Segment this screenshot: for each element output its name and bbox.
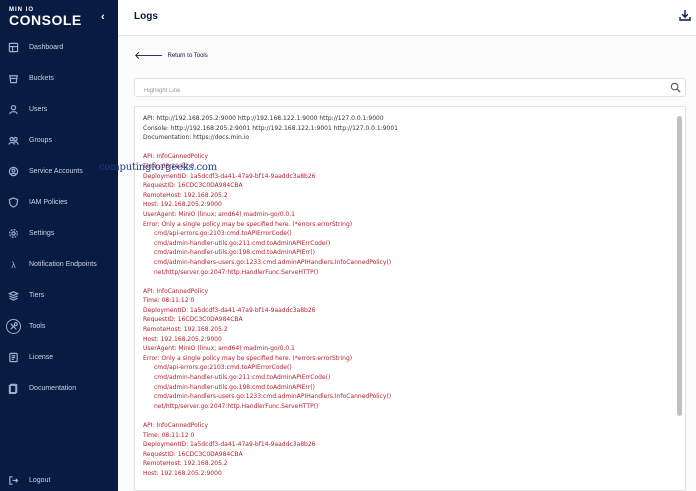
sidebar-item-buckets[interactable]: Buckets — [0, 63, 118, 94]
brand-main-text: CONSOLE — [9, 12, 82, 28]
log-line: Console: http://192.168.205.2:9001 http:… — [143, 124, 398, 132]
search-icon[interactable] — [670, 82, 681, 93]
sidebar-item-label: Groups — [29, 137, 52, 144]
return-to-tools-link[interactable]: 🡐 Return to Tools — [134, 50, 208, 62]
log-line: Host: 192.168.205.2:9000 — [143, 469, 222, 477]
log-scrollbar[interactable] — [677, 116, 682, 416]
log-line: API: http://192.168.205.2:9000 http://19… — [143, 115, 384, 122]
sidebar-item-label: Documentation — [29, 385, 77, 392]
gear-icon — [7, 227, 20, 240]
sidebar-item-tiers[interactable]: Tiers — [0, 280, 118, 311]
log-line: Time: 08:11:12 0 — [143, 431, 195, 439]
log-line: Error: Only a single policy may be speci… — [143, 354, 353, 362]
log-line: RequestID: 16CDC3C0DA984CBA — [143, 316, 243, 324]
page-title: Logs — [134, 11, 158, 22]
sidebar-item-dashboard[interactable]: Dashboard — [0, 32, 118, 63]
sidebar-item-groups[interactable]: Groups — [0, 125, 118, 156]
sidebar-item-iam-policies[interactable]: IAM Policies — [0, 187, 118, 218]
log-line: cmd/admin-handlers-users.go:1233:cmd.adm… — [154, 258, 392, 266]
log-line: RemoteHost: 192.168.205.2 — [143, 460, 228, 468]
arrow-left-icon: 🡐 — [134, 50, 164, 62]
log-line: Time: 08:11:12 0 — [143, 297, 195, 305]
log-line: API: InfoCannedPolicy — [143, 422, 209, 429]
bucket-icon — [7, 72, 20, 85]
log-line: DeploymentID: 1a5dcdf3-da41-47a9-bf14-9a… — [143, 441, 316, 449]
tools-icon — [6, 319, 21, 334]
sidebar: MIN IO CONSOLE ‹ Dashboard Buckets Users… — [0, 0, 118, 491]
return-to-tools-label: Return to Tools — [167, 53, 208, 59]
sidebar-item-label: Notification Endpoints — [29, 261, 97, 268]
sidebar-item-settings[interactable]: Settings — [0, 218, 118, 249]
sidebar-item-label: Tiers — [29, 292, 45, 299]
chevron-left-icon[interactable]: ‹ — [101, 11, 105, 23]
log-line: API: InfoCannedPolicy — [143, 287, 209, 295]
log-line: cmd/admin-handler-utils.go:211:cmd.toAdm… — [154, 239, 331, 247]
highlight-line-search — [134, 78, 686, 100]
shield-icon — [7, 196, 20, 209]
sidebar-item-label: Users — [29, 106, 48, 113]
sidebar-item-label: Dashboard — [29, 44, 64, 51]
dashboard-icon — [7, 41, 20, 54]
log-line: RequestID: 16CDC3C0DA984CBA — [143, 182, 243, 190]
watermark-text: computingforgeeks.com — [99, 162, 218, 173]
highlight-line-input[interactable] — [135, 82, 655, 100]
log-line: Host: 192.168.205.2:9000 — [143, 335, 222, 343]
download-icon[interactable] — [679, 9, 691, 21]
log-line: DeploymentID: 1a5dcdf3-da41-47a9-bf14-9a… — [143, 172, 316, 180]
sidebar-item-logout[interactable]: Logout — [0, 470, 118, 491]
log-line: net/http/server.go:2047:http.HandlerFunc… — [154, 402, 319, 410]
sidebar-item-label: Settings — [29, 230, 55, 237]
groups-icon — [7, 134, 20, 147]
log-line: RequestID: 16CDC3C0DA984CBA — [143, 450, 243, 458]
page-header: Logs — [118, 0, 696, 36]
log-line: cmd/api-errors.go:2103:cmd.toAPIErrorCod… — [154, 230, 292, 238]
sidebar-item-label: IAM Policies — [29, 199, 68, 206]
main-content: Logs 🡐 Return to Tools API: http://192.1… — [118, 0, 696, 491]
logout-icon — [7, 474, 20, 487]
log-line: cmd/api-errors.go:2103:cmd.toAPIErrorCod… — [154, 364, 292, 372]
tiers-icon — [7, 289, 20, 302]
log-content: API: http://192.168.205.2:9000 http://19… — [143, 114, 673, 479]
log-line: DeploymentID: 1a5dcdf3-da41-47a9-bf14-9a… — [143, 306, 316, 314]
log-line: cmd/admin-handlers-users.go:1233:cmd.adm… — [154, 393, 392, 401]
log-line: Error: Only a single policy may be speci… — [143, 220, 353, 228]
log-line: RemoteHost: 192.168.205.2 — [143, 326, 228, 334]
log-line: cmd/admin-handler-utils.go:198:cmd.toAdm… — [154, 249, 315, 257]
log-line: RemoteHost: 192.168.205.2 — [143, 191, 228, 199]
sidebar-item-label: Logout — [29, 477, 51, 484]
sidebar-item-label: Buckets — [29, 75, 54, 82]
log-line: Time: 08:11:12 0 — [143, 162, 195, 170]
sidebar-nav: Dashboard Buckets Users Groups Service A… — [0, 32, 118, 404]
log-line: UserAgent: MinIO (linux; amd64) madmin-g… — [143, 210, 295, 218]
sidebar-item-tools[interactable]: Tools — [0, 311, 118, 342]
log-line: cmd/admin-handler-utils.go:211:cmd.toAdm… — [154, 374, 331, 382]
log-line: cmd/admin-handler-utils.go:198:cmd.toAdm… — [154, 383, 315, 391]
user-icon — [7, 103, 20, 116]
log-line: API: InfoCannedPolicy — [143, 153, 209, 161]
license-icon — [7, 351, 20, 364]
sidebar-item-label: Service Accounts — [29, 168, 83, 175]
minio-console-logo[interactable]: MIN IO CONSOLE — [9, 7, 82, 27]
lambda-icon: λ — [11, 259, 16, 270]
log-line: Host: 192.168.205.2:9000 — [143, 201, 222, 209]
documentation-icon — [7, 382, 20, 395]
sidebar-item-users[interactable]: Users — [0, 94, 118, 125]
sidebar-item-label: License — [29, 354, 54, 361]
service-accounts-icon — [7, 165, 20, 178]
sidebar-item-label: Tools — [29, 323, 46, 330]
sidebar-item-documentation[interactable]: Documentation — [0, 373, 118, 404]
log-line: net/http/server.go:2047:http.HandlerFunc… — [154, 268, 319, 276]
log-line: Documentation: https://docs.min.io — [143, 134, 250, 142]
log-line: UserAgent: MinIO (linux; amd64) madmin-g… — [143, 345, 295, 353]
sidebar-item-license[interactable]: License — [0, 342, 118, 373]
sidebar-item-notification-endpoints[interactable]: λ Notification Endpoints — [0, 249, 118, 280]
